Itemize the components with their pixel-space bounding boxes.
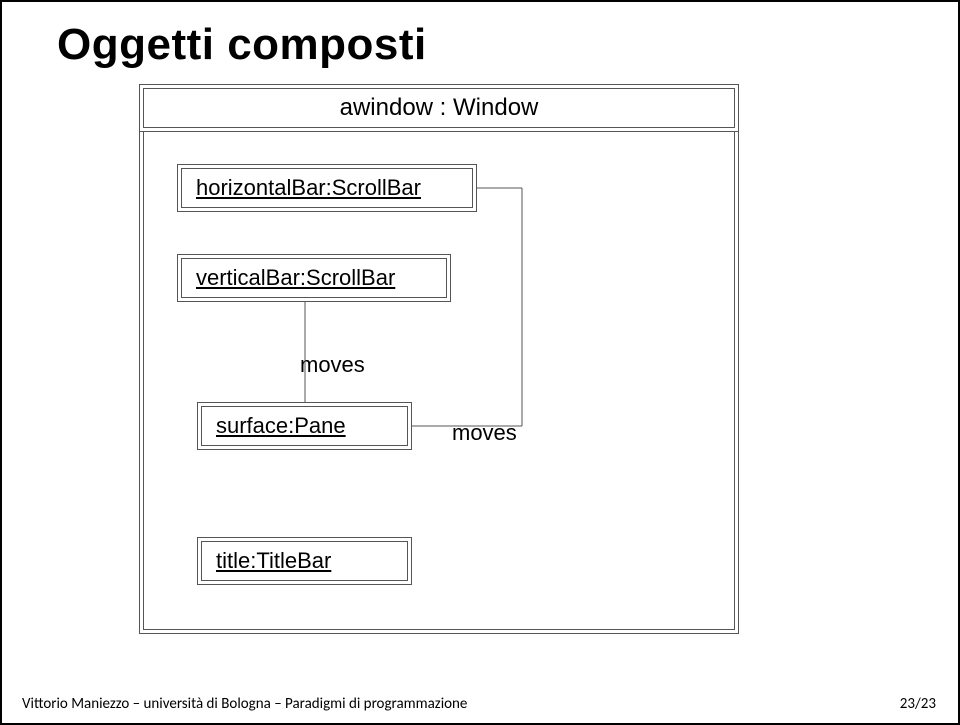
object-vertical-scrollbar-label: verticalBar:ScrollBar — [196, 265, 395, 291]
window-header-label: awindow : Window — [143, 88, 735, 128]
slide: Oggetti composti awindow : Window horizo… — [0, 0, 960, 725]
object-title-bar-inner: title:TitleBar — [201, 541, 408, 581]
footer-author: Vittorio Maniezzo – università di Bologn… — [22, 695, 467, 713]
object-title-bar-label: title:TitleBar — [216, 548, 331, 574]
object-title-bar: title:TitleBar — [197, 537, 412, 585]
connector-label-moves-vertical: moves — [300, 352, 365, 378]
object-surface-pane-label: surface:Pane — [216, 413, 346, 439]
object-surface-pane-inner: surface:Pane — [201, 406, 408, 446]
connector-label-moves-horizontal: moves — [452, 420, 517, 446]
window-header: awindow : Window — [139, 84, 739, 132]
object-horizontal-scrollbar-label: horizontalBar:ScrollBar — [196, 175, 421, 201]
object-vertical-scrollbar-inner: verticalBar:ScrollBar — [181, 258, 447, 298]
page-title: Oggetti composti — [57, 20, 427, 70]
object-horizontal-scrollbar-inner: horizontalBar:ScrollBar — [181, 168, 473, 208]
footer-page-number: 23/23 — [900, 695, 936, 713]
object-horizontal-scrollbar: horizontalBar:ScrollBar — [177, 164, 477, 212]
object-vertical-scrollbar: verticalBar:ScrollBar — [177, 254, 451, 302]
object-surface-pane: surface:Pane — [197, 402, 412, 450]
